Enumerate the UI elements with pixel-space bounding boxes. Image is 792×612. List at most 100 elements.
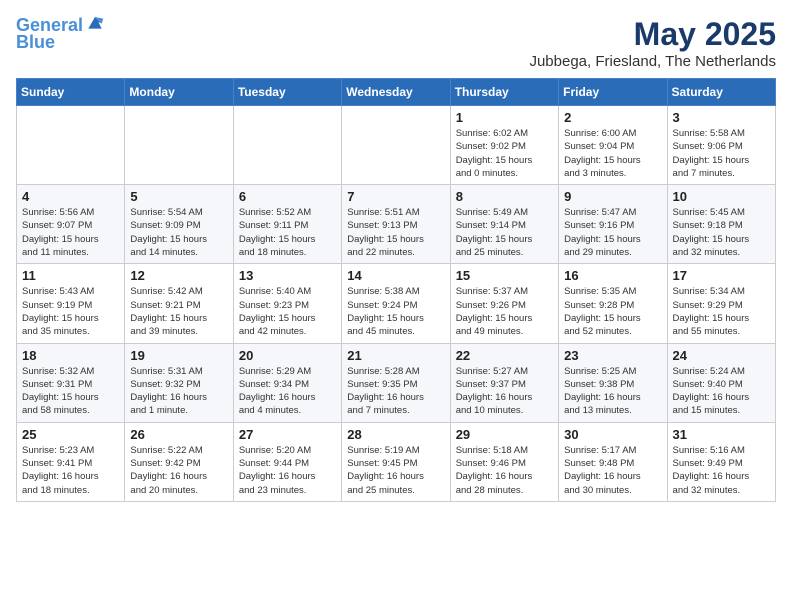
calendar-cell: 12 Sunrise: 5:42 AM Sunset: 9:21 PM Dayli… <box>125 264 233 343</box>
weekday-header-tuesday: Tuesday <box>233 79 341 106</box>
day-number: 23 <box>564 348 661 363</box>
day-number: 19 <box>130 348 227 363</box>
calendar-cell <box>342 106 450 185</box>
day-info: Sunrise: 5:18 AM Sunset: 9:46 PM Dayligh… <box>456 444 553 497</box>
day-number: 16 <box>564 268 661 283</box>
calendar-cell: 14 Sunrise: 5:38 AM Sunset: 9:24 PM Dayli… <box>342 264 450 343</box>
calendar-cell: 28Sunrise: 5:19 AM Sunset: 9:45 PM Dayli… <box>342 422 450 501</box>
calendar-cell: 23 Sunrise: 5:25 AM Sunset: 9:38 PM Dayli… <box>559 343 667 422</box>
calendar-cell: 11Sunrise: 5:43 AM Sunset: 9:19 PM Dayli… <box>17 264 125 343</box>
day-info: Sunrise: 5:42 AM Sunset: 9:21 PM Dayligh… <box>130 285 227 338</box>
day-info: Sunrise: 5:28 AM Sunset: 9:35 PM Dayligh… <box>347 365 444 418</box>
day-info: Sunrise: 5:20 AM Sunset: 9:44 PM Dayligh… <box>239 444 336 497</box>
day-number: 12 <box>130 268 227 283</box>
calendar-cell: 7 Sunrise: 5:51 AM Sunset: 9:13 PM Daylig… <box>342 185 450 264</box>
day-info: Sunrise: 5:56 AM Sunset: 9:07 PM Dayligh… <box>22 206 119 259</box>
day-info: Sunrise: 5:17 AM Sunset: 9:48 PM Dayligh… <box>564 444 661 497</box>
calendar-cell: 21 Sunrise: 5:28 AM Sunset: 9:35 PM Dayli… <box>342 343 450 422</box>
weekday-header-thursday: Thursday <box>450 79 558 106</box>
day-info: Sunrise: 5:47 AM Sunset: 9:16 PM Dayligh… <box>564 206 661 259</box>
calendar-week-3: 11Sunrise: 5:43 AM Sunset: 9:19 PM Dayli… <box>17 264 776 343</box>
day-number: 29 <box>456 427 553 442</box>
calendar-cell: 15 Sunrise: 5:37 AM Sunset: 9:26 PM Dayli… <box>450 264 558 343</box>
day-number: 18 <box>22 348 119 363</box>
day-number: 1 <box>456 110 553 125</box>
day-number: 9 <box>564 189 661 204</box>
day-number: 27 <box>239 427 336 442</box>
day-number: 15 <box>456 268 553 283</box>
calendar-week-1: 1Sunrise: 6:02 AM Sunset: 9:02 PM Daylig… <box>17 106 776 185</box>
calendar-cell: 8 Sunrise: 5:49 AM Sunset: 9:14 PM Daylig… <box>450 185 558 264</box>
day-info: Sunrise: 5:23 AM Sunset: 9:41 PM Dayligh… <box>22 444 119 497</box>
calendar-cell: 22Sunrise: 5:27 AM Sunset: 9:37 PM Dayli… <box>450 343 558 422</box>
day-number: 2 <box>564 110 661 125</box>
location-subtitle: Jubbega, Friesland, The Netherlands <box>529 53 776 70</box>
day-number: 4 <box>22 189 119 204</box>
day-number: 17 <box>673 268 770 283</box>
calendar-cell: 30 Sunrise: 5:17 AM Sunset: 9:48 PM Dayli… <box>559 422 667 501</box>
day-info: Sunrise: 5:40 AM Sunset: 9:23 PM Dayligh… <box>239 285 336 338</box>
weekday-header-saturday: Saturday <box>667 79 775 106</box>
day-info: Sunrise: 6:00 AM Sunset: 9:04 PM Dayligh… <box>564 127 661 180</box>
day-info: Sunrise: 5:19 AM Sunset: 9:45 PM Dayligh… <box>347 444 444 497</box>
day-number: 5 <box>130 189 227 204</box>
calendar-cell: 4 Sunrise: 5:56 AM Sunset: 9:07 PM Daylig… <box>17 185 125 264</box>
day-number: 30 <box>564 427 661 442</box>
day-number: 20 <box>239 348 336 363</box>
calendar-cell: 13Sunrise: 5:40 AM Sunset: 9:23 PM Dayli… <box>233 264 341 343</box>
day-number: 31 <box>673 427 770 442</box>
day-number: 25 <box>22 427 119 442</box>
day-info: Sunrise: 5:52 AM Sunset: 9:11 PM Dayligh… <box>239 206 336 259</box>
weekday-header-wednesday: Wednesday <box>342 79 450 106</box>
day-number: 21 <box>347 348 444 363</box>
day-info: Sunrise: 5:32 AM Sunset: 9:31 PM Dayligh… <box>22 365 119 418</box>
logo-icon <box>85 12 105 32</box>
day-info: Sunrise: 5:37 AM Sunset: 9:26 PM Dayligh… <box>456 285 553 338</box>
day-info: Sunrise: 5:29 AM Sunset: 9:34 PM Dayligh… <box>239 365 336 418</box>
month-title: May 2025 <box>529 16 776 53</box>
calendar-cell: 24 Sunrise: 5:24 AM Sunset: 9:40 PM Dayli… <box>667 343 775 422</box>
calendar-header-row: SundayMondayTuesdayWednesdayThursdayFrid… <box>17 79 776 106</box>
day-number: 7 <box>347 189 444 204</box>
calendar-cell <box>233 106 341 185</box>
day-info: Sunrise: 5:58 AM Sunset: 9:06 PM Dayligh… <box>673 127 770 180</box>
calendar-cell: 1Sunrise: 6:02 AM Sunset: 9:02 PM Daylig… <box>450 106 558 185</box>
weekday-header-friday: Friday <box>559 79 667 106</box>
calendar-cell: 26 Sunrise: 5:22 AM Sunset: 9:42 PM Dayli… <box>125 422 233 501</box>
calendar-cell <box>125 106 233 185</box>
day-info: Sunrise: 5:34 AM Sunset: 9:29 PM Dayligh… <box>673 285 770 338</box>
calendar-cell: 6 Sunrise: 5:52 AM Sunset: 9:11 PM Daylig… <box>233 185 341 264</box>
day-info: Sunrise: 5:22 AM Sunset: 9:42 PM Dayligh… <box>130 444 227 497</box>
day-info: Sunrise: 5:25 AM Sunset: 9:38 PM Dayligh… <box>564 365 661 418</box>
day-info: Sunrise: 5:31 AM Sunset: 9:32 PM Dayligh… <box>130 365 227 418</box>
calendar-week-5: 25 Sunrise: 5:23 AM Sunset: 9:41 PM Dayli… <box>17 422 776 501</box>
day-info: Sunrise: 5:49 AM Sunset: 9:14 PM Dayligh… <box>456 206 553 259</box>
day-info: Sunrise: 5:35 AM Sunset: 9:28 PM Dayligh… <box>564 285 661 338</box>
day-info: Sunrise: 5:38 AM Sunset: 9:24 PM Dayligh… <box>347 285 444 338</box>
day-number: 6 <box>239 189 336 204</box>
day-number: 3 <box>673 110 770 125</box>
calendar-cell: 20 Sunrise: 5:29 AM Sunset: 9:34 PM Dayli… <box>233 343 341 422</box>
calendar-cell: 10Sunrise: 5:45 AM Sunset: 9:18 PM Dayli… <box>667 185 775 264</box>
title-block: May 2025 Jubbega, Friesland, The Netherl… <box>529 16 776 70</box>
day-number: 14 <box>347 268 444 283</box>
calendar-cell: 31 Sunrise: 5:16 AM Sunset: 9:49 PM Dayli… <box>667 422 775 501</box>
calendar-table: SundayMondayTuesdayWednesdayThursdayFrid… <box>16 78 776 502</box>
calendar-cell: 29 Sunrise: 5:18 AM Sunset: 9:46 PM Dayli… <box>450 422 558 501</box>
day-number: 11 <box>22 268 119 283</box>
day-info: Sunrise: 5:45 AM Sunset: 9:18 PM Dayligh… <box>673 206 770 259</box>
day-info: Sunrise: 5:27 AM Sunset: 9:37 PM Dayligh… <box>456 365 553 418</box>
day-info: Sunrise: 5:16 AM Sunset: 9:49 PM Dayligh… <box>673 444 770 497</box>
day-number: 26 <box>130 427 227 442</box>
day-info: Sunrise: 5:24 AM Sunset: 9:40 PM Dayligh… <box>673 365 770 418</box>
calendar-cell: 25 Sunrise: 5:23 AM Sunset: 9:41 PM Dayli… <box>17 422 125 501</box>
day-number: 8 <box>456 189 553 204</box>
day-number: 24 <box>673 348 770 363</box>
day-info: Sunrise: 5:51 AM Sunset: 9:13 PM Dayligh… <box>347 206 444 259</box>
weekday-header-monday: Monday <box>125 79 233 106</box>
page-header: General Blue May 2025 Jubbega, Friesland… <box>16 16 776 70</box>
calendar-cell: 3 Sunrise: 5:58 AM Sunset: 9:06 PM Daylig… <box>667 106 775 185</box>
calendar-cell <box>17 106 125 185</box>
calendar-cell: 18 Sunrise: 5:32 AM Sunset: 9:31 PM Dayli… <box>17 343 125 422</box>
calendar-cell: 16 Sunrise: 5:35 AM Sunset: 9:28 PM Dayli… <box>559 264 667 343</box>
